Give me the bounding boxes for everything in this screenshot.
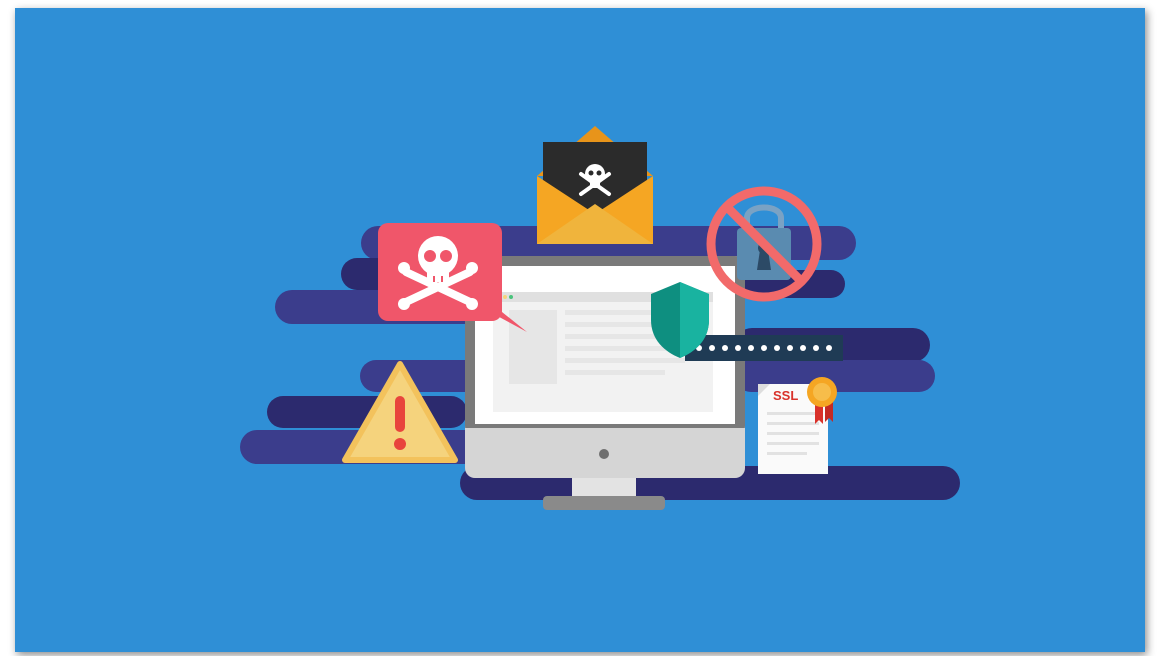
- ssl-label: SSL: [773, 388, 798, 403]
- illustration-canvas: SSL: [15, 8, 1145, 652]
- exclamation-bar: [395, 396, 405, 432]
- password-field: [685, 335, 843, 361]
- certificate-icon: SSL: [758, 377, 837, 474]
- power-button: [599, 449, 609, 459]
- image-frame: SSL: [0, 0, 1159, 656]
- cybersecurity-illustration: SSL: [15, 8, 1145, 652]
- envelope-icon: [537, 126, 653, 244]
- page-sidebar: [509, 310, 557, 384]
- exclamation-dot: [394, 438, 406, 450]
- monitor-base: [543, 496, 665, 510]
